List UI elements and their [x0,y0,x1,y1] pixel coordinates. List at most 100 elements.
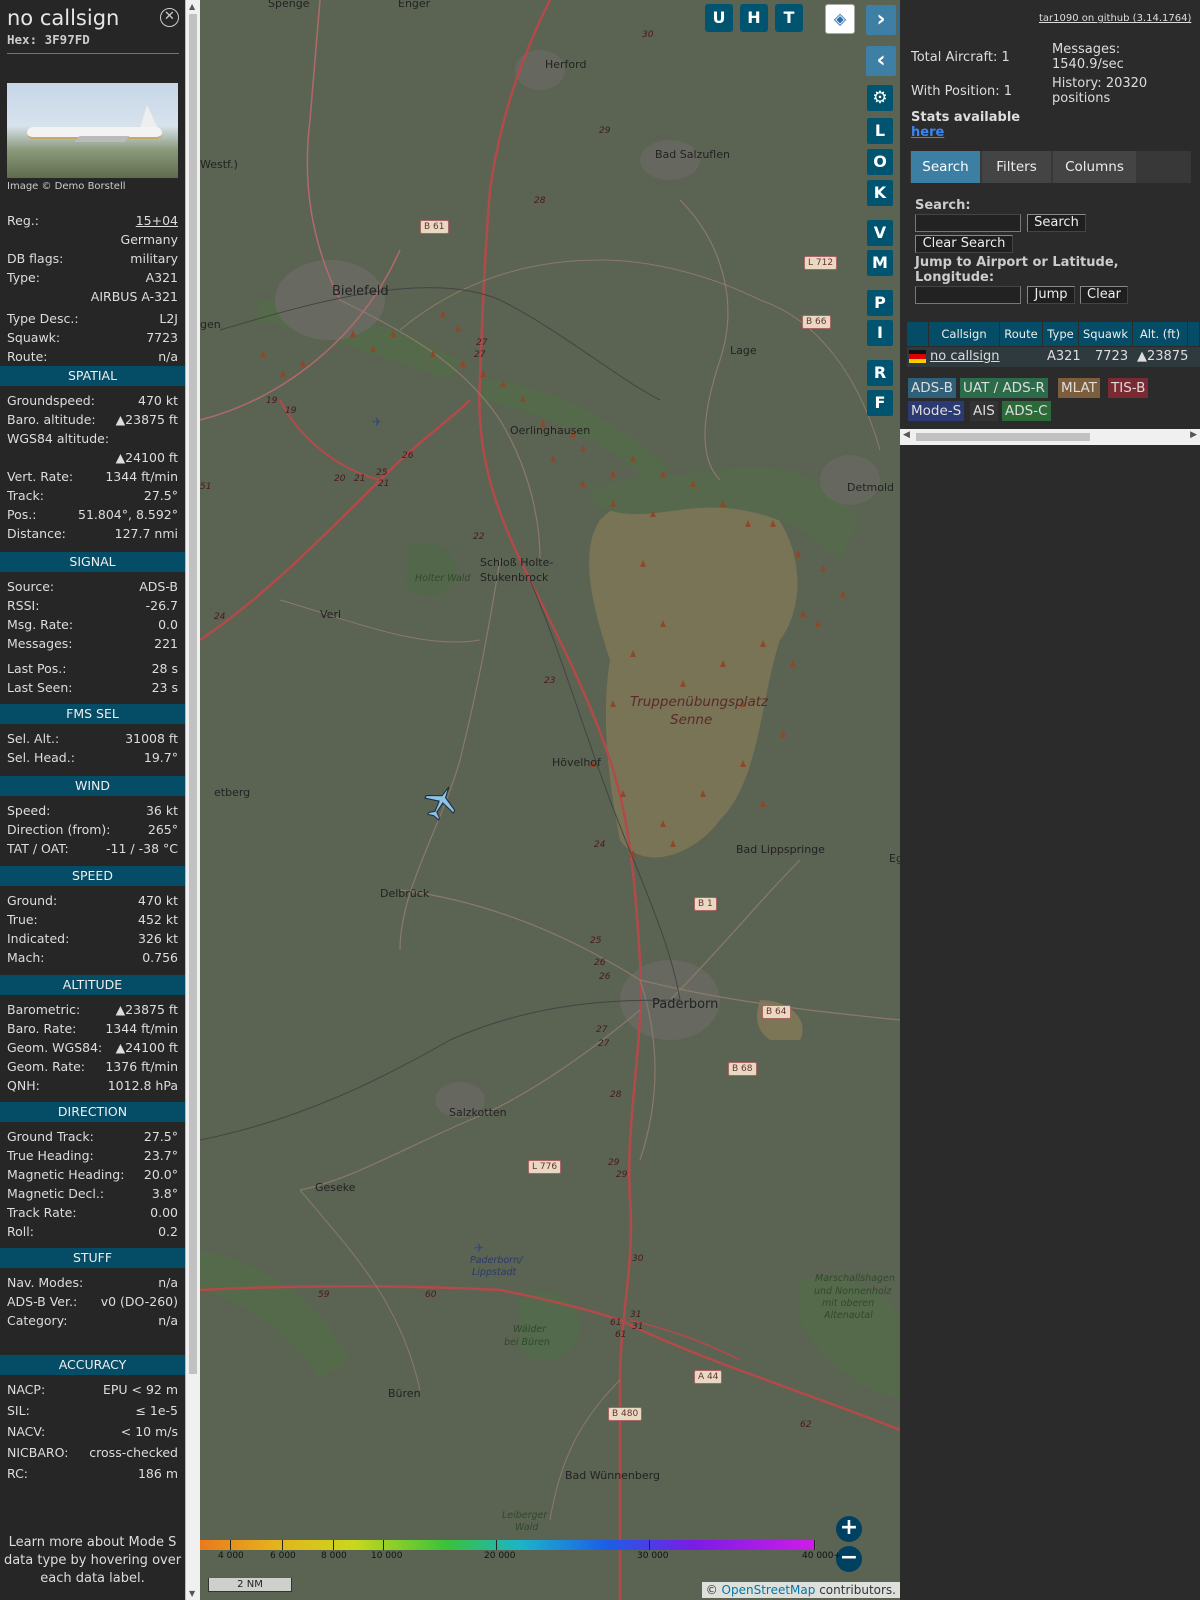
info-label[interactable]: Speed: [7,802,50,820]
info-label[interactable]: Squawk: [7,329,60,347]
source-badge[interactable]: UAT / ADS-R [960,378,1048,398]
source-badge[interactable]: Mode-S [908,401,965,421]
info-label[interactable]: Messages: [7,635,73,653]
info-label[interactable]: Type Desc.: [7,310,79,328]
info-label[interactable]: Vert. Rate: [7,468,73,486]
map-button-r[interactable]: R [867,360,893,386]
source-badge[interactable]: AIS [970,401,998,421]
chevron-left-icon[interactable]: ‹ [866,46,896,76]
zoom-in-button[interactable]: + [836,1516,862,1542]
info-label[interactable]: Direction (from): [7,821,111,839]
chevron-right-icon[interactable]: › [866,5,896,35]
info-label[interactable]: RSSI: [7,597,39,615]
map-place-label: Herford [545,58,587,71]
col-type[interactable]: Type [1043,322,1079,346]
map-button-p[interactable]: P [867,290,893,316]
info-label[interactable]: WGS84 altitude: [7,430,109,448]
map-button-v[interactable]: V [867,220,893,246]
info-label[interactable]: NACP: [7,1381,45,1399]
map-button-h[interactable]: H [740,4,768,32]
info-label[interactable]: Groundspeed: [7,392,95,410]
info-label[interactable]: RC: [7,1465,28,1483]
info-label[interactable]: Baro. altitude: [7,411,96,429]
info-label[interactable]: Category: [7,1312,67,1330]
info-label[interactable]: Ground Track: [7,1128,94,1146]
info-label[interactable]: Geom. WGS84: [7,1039,102,1057]
info-label[interactable]: Route: [7,348,48,366]
info-label[interactable]: Magnetic Decl.: [7,1185,104,1203]
info-label[interactable]: Last Pos.: [7,660,66,678]
map-view[interactable]: ✈ ✈ Spenge Enger Herford Bad Salzuflen Westf… [200,0,900,1600]
aircraft-photo[interactable] [7,83,178,178]
info-label[interactable]: NICBARO: [7,1444,68,1462]
history-positions: positions [1052,91,1111,106]
info-label[interactable]: Pos.: [7,506,36,524]
info-label[interactable]: Last Seen: [7,679,72,697]
info-label[interactable]: NACV: [7,1423,45,1441]
map-button-i[interactable]: I [867,320,893,346]
search-input[interactable] [915,214,1021,232]
map-button-o[interactable]: O [867,149,893,175]
map-button-m[interactable]: M [867,250,893,276]
source-badge[interactable]: ADS-B [908,378,956,398]
row-callsign[interactable]: no callsign [930,347,1000,367]
info-label[interactable]: TAT / OAT: [7,840,69,858]
clear-search-button[interactable]: Clear Search [915,235,1013,253]
info-label[interactable]: Source: [7,578,54,596]
clear-button[interactable]: Clear [1080,286,1128,304]
map-button-l[interactable]: L [867,118,893,144]
info-label[interactable]: Ground: [7,892,57,910]
info-label[interactable]: Reg.: [7,212,39,230]
aircraft-marker-icon[interactable] [422,783,460,821]
col-altitude[interactable]: Alt. (ft) [1133,322,1188,346]
info-label[interactable]: Track: [7,487,44,505]
tab-filters[interactable]: Filters [982,151,1051,183]
map-button-f[interactable]: F [867,390,893,416]
stats-here-link[interactable]: here [911,125,944,140]
tab-search[interactable]: Search [911,151,980,183]
info-value[interactable]: 15+04 [136,212,178,230]
info-label[interactable]: Sel. Head.: [7,749,75,767]
settings-gear-icon[interactable]: ⚙ [867,85,893,111]
map-button-k[interactable]: K [867,180,893,206]
col-squawk[interactable]: Squawk [1079,322,1133,346]
github-link[interactable]: tar1090 on github (3.14.1764) [1039,13,1191,24]
info-label[interactable]: SIL: [7,1402,30,1420]
source-badge[interactable]: ADS-C [1002,401,1051,421]
info-label[interactable]: True: [7,911,38,929]
jump-button[interactable]: Jump [1027,286,1075,304]
table-row[interactable]: no callsign A321 7723 ▲23875 [907,347,1200,367]
search-button[interactable]: Search [1027,214,1086,232]
col-callsign[interactable]: Callsign [929,322,1000,346]
jump-input[interactable] [915,286,1021,304]
info-label[interactable]: Indicated: [7,930,69,948]
info-label[interactable]: Nav. Modes: [7,1274,83,1292]
info-label[interactable]: Geom. Rate: [7,1058,85,1076]
info-label[interactable]: ADS-B Ver.: [7,1293,77,1311]
map-button-u[interactable]: U [705,4,733,32]
info-label[interactable]: True Heading: [7,1147,94,1165]
map-button-t[interactable]: T [775,4,803,32]
info-label[interactable]: Msg. Rate: [7,616,73,634]
layers-icon[interactable]: ◈ [825,4,855,34]
close-icon[interactable]: ✕ [160,8,179,27]
info-label[interactable]: Magnetic Heading: [7,1166,124,1184]
info-label[interactable]: Type: [7,269,40,287]
info-label[interactable]: Barometric: [7,1001,80,1019]
info-label[interactable]: Distance: [7,525,66,543]
osm-link[interactable]: OpenStreetMap [722,1583,816,1597]
info-label[interactable]: Roll: [7,1223,34,1241]
info-label[interactable]: Baro. Rate: [7,1020,76,1038]
table-horizontal-scrollbar[interactable]: ◀ ▶ [900,429,1200,445]
info-label[interactable]: Sel. Alt.: [7,730,59,748]
info-label[interactable]: Mach: [7,949,44,967]
info-label[interactable]: Track Rate: [7,1204,77,1222]
col-route[interactable]: Route [1000,322,1043,346]
map-place-label: Salzkotten [449,1106,507,1119]
source-badge[interactable]: TIS-B [1108,378,1149,398]
info-panel-scrollbar[interactable]: ▲ ▼ [185,0,200,1600]
source-badge[interactable]: MLAT [1058,378,1100,398]
info-label[interactable]: QNH: [7,1077,40,1095]
tab-columns[interactable]: Columns [1053,151,1136,183]
info-label[interactable]: DB flags: [7,250,63,268]
